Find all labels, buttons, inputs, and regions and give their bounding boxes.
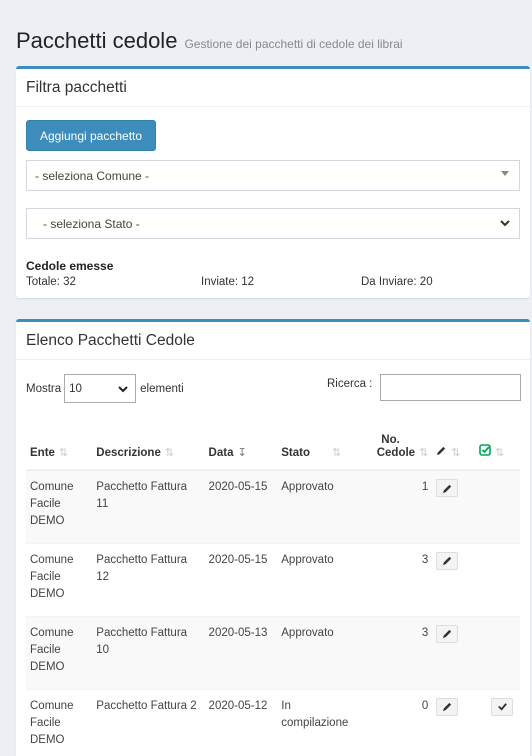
column-header-stato[interactable]: Stato ⇅ bbox=[277, 420, 363, 471]
cell-cedole: 0 bbox=[362, 688, 433, 756]
table-row: Comune Facile DEMO Pacchetto Fattura 10 … bbox=[26, 615, 520, 689]
pencil-icon bbox=[442, 702, 451, 712]
column-header-edit[interactable]: ⇅ bbox=[432, 420, 476, 471]
sort-icon: ⇅ bbox=[332, 447, 342, 459]
cell-ente: Comune Facile DEMO bbox=[26, 469, 93, 543]
table-header-row: Ente ⇅ Descrizione ⇅ Data ↧ Stato ⇅ No. Cedo… bbox=[26, 420, 520, 471]
cell-cedole: 3 bbox=[362, 542, 433, 616]
sort-icon: ⇅ bbox=[419, 447, 429, 459]
length-prefix: Mostra bbox=[26, 382, 62, 395]
cell-approve bbox=[475, 542, 520, 616]
list-box-header: Elenco Pacchetti Cedole bbox=[16, 322, 530, 360]
cedole-inviate: Inviate: 12 bbox=[201, 276, 255, 288]
cell-ente: Comune Facile DEMO bbox=[26, 688, 93, 756]
edit-button[interactable] bbox=[436, 551, 459, 570]
list-box-title: Elenco Pacchetti Cedole bbox=[26, 332, 195, 349]
edit-button[interactable] bbox=[436, 624, 459, 643]
cedole-da-inviare: Da Inviare: 20 bbox=[361, 276, 433, 288]
table-row: Comune Facile DEMO Pacchetto Fattura 2 2… bbox=[26, 688, 520, 756]
cell-data: 2020-05-15 bbox=[204, 469, 278, 543]
cell-descrizione: Pacchetto Fattura 12 bbox=[92, 542, 205, 616]
length-select-value: 10 bbox=[69, 382, 82, 395]
edit-button[interactable] bbox=[436, 479, 459, 497]
cell-data: 2020-05-15 bbox=[204, 542, 278, 616]
column-header-ente[interactable]: Ente ⇅ bbox=[26, 420, 93, 471]
column-header-data[interactable]: Data ↧ bbox=[204, 420, 278, 471]
filter-box-header: Filtra pacchetti bbox=[16, 69, 530, 107]
cell-cedole: 1 bbox=[362, 469, 433, 543]
cell-approve bbox=[475, 688, 520, 756]
cell-edit bbox=[432, 542, 476, 616]
search-input[interactable] bbox=[380, 374, 521, 401]
cell-stato: Approvato bbox=[277, 615, 363, 689]
pencil-icon bbox=[442, 556, 451, 566]
packages-table: Ente ⇅ Descrizione ⇅ Data ↧ Stato ⇅ No. Cedo… bbox=[26, 420, 520, 756]
sort-desc-icon: ↧ bbox=[237, 447, 247, 459]
cell-descrizione: Pacchetto Fattura 2 bbox=[92, 688, 205, 756]
pencil-icon bbox=[437, 446, 446, 456]
filter-box: Filtra pacchetti Aggiungi pacchetto - se… bbox=[16, 66, 530, 298]
pencil-icon bbox=[442, 484, 451, 493]
cell-cedole: 3 bbox=[362, 615, 433, 689]
comune-select-value: - seleziona Comune - bbox=[35, 168, 150, 183]
page-header: Pacchetti cedole Gestione dei pacchetti … bbox=[16, 28, 403, 54]
sort-icon: ⇅ bbox=[451, 447, 461, 459]
top-bar bbox=[0, 0, 532, 4]
chevron-down-icon bbox=[118, 386, 128, 393]
sort-icon: ⇅ bbox=[164, 447, 175, 459]
comune-select[interactable]: - seleziona Comune - bbox=[26, 160, 520, 191]
cell-ente: Comune Facile DEMO bbox=[26, 542, 93, 616]
cell-descrizione: Pacchetto Fattura 10 bbox=[92, 615, 205, 689]
cell-edit bbox=[432, 469, 476, 543]
page-subtitle: Gestione dei pacchetti di cedole dei lib… bbox=[184, 37, 403, 51]
length-control: Mostra 10 elementi bbox=[26, 374, 184, 403]
search-label: Ricerca : bbox=[327, 378, 373, 390]
length-suffix: elementi bbox=[140, 382, 184, 395]
cell-approve bbox=[475, 469, 520, 543]
cedole-totale: Totale: 32 bbox=[26, 276, 76, 288]
cell-stato: Approvato bbox=[277, 469, 363, 543]
sort-icon: ⇅ bbox=[58, 447, 69, 459]
cell-approve bbox=[475, 615, 520, 689]
stato-select-value: - seleziona Stato - bbox=[43, 216, 140, 231]
chevron-down-icon bbox=[500, 220, 510, 227]
edit-button[interactable] bbox=[436, 697, 459, 716]
sort-icon: ⇅ bbox=[495, 447, 505, 459]
cell-edit bbox=[432, 688, 476, 756]
stato-select[interactable]: - seleziona Stato - bbox=[26, 208, 520, 239]
cell-data: 2020-05-13 bbox=[204, 615, 278, 689]
cedole-emesse-title: Cedole emesse bbox=[26, 259, 114, 273]
column-header-descrizione[interactable]: Descrizione ⇅ bbox=[92, 420, 205, 471]
cell-stato: In compilazione bbox=[277, 688, 363, 756]
check-square-icon bbox=[479, 444, 491, 456]
cell-ente: Comune Facile DEMO bbox=[26, 615, 93, 689]
column-header-approve[interactable]: ⇅ bbox=[475, 420, 520, 471]
check-icon bbox=[497, 703, 507, 711]
caret-down-icon bbox=[501, 171, 509, 176]
list-box: Elenco Pacchetti Cedole Mostra 10 elemen… bbox=[16, 319, 530, 756]
cell-descrizione: Pacchetto Fattura 11 bbox=[92, 469, 205, 543]
cell-edit bbox=[432, 615, 476, 689]
table-row: Comune Facile DEMO Pacchetto Fattura 12 … bbox=[26, 542, 520, 616]
table-row: Comune Facile DEMO Pacchetto Fattura 11 … bbox=[26, 469, 520, 543]
cell-stato: Approvato bbox=[277, 542, 363, 616]
approve-button[interactable] bbox=[491, 697, 514, 716]
pencil-icon bbox=[442, 629, 451, 639]
add-package-button[interactable]: Aggiungi pacchetto bbox=[26, 120, 156, 151]
length-select[interactable]: 10 bbox=[64, 374, 137, 403]
page-title: Pacchetti cedole bbox=[16, 28, 178, 53]
filter-box-title: Filtra pacchetti bbox=[26, 79, 127, 96]
cell-data: 2020-05-12 bbox=[204, 688, 278, 756]
column-header-cedole[interactable]: No. Cedole ⇅ bbox=[362, 420, 433, 471]
